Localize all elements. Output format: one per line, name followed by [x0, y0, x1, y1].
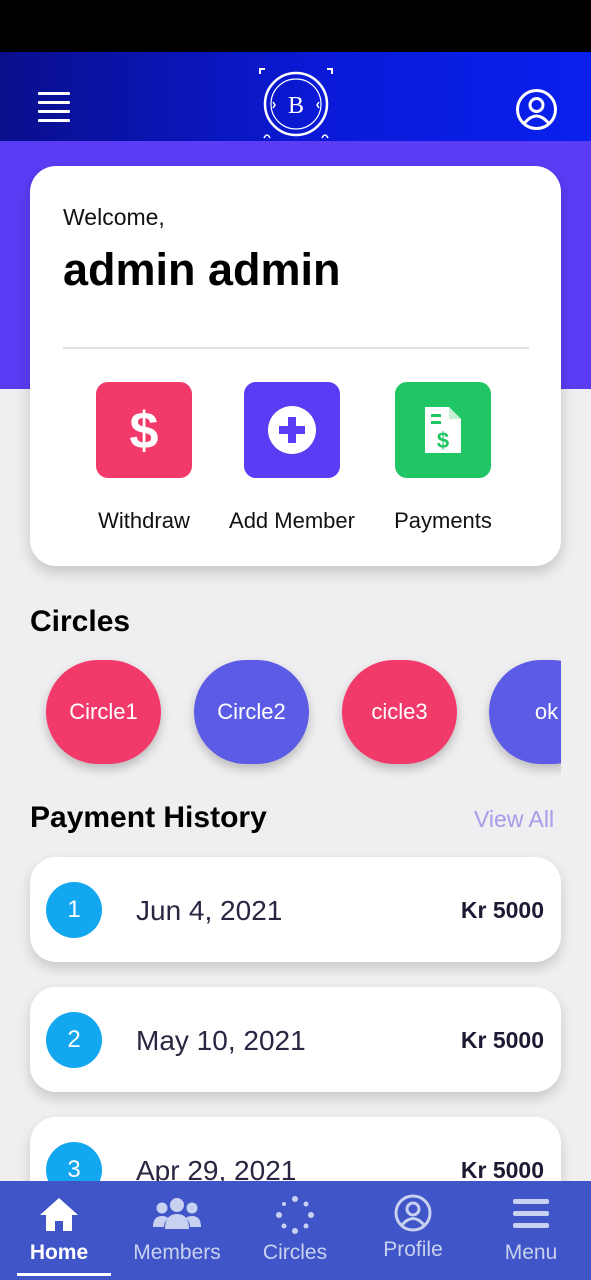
circles-list[interactable]: Circle1 Circle2 cicle3 ok — [30, 650, 561, 778]
bottom-nav: Home Members Circles Profile Menu — [0, 1181, 591, 1280]
circle-chip[interactable]: ok — [489, 660, 561, 764]
logo-letter: B — [288, 93, 304, 119]
add-member-button[interactable]: Add Member — [217, 382, 367, 534]
nav-menu[interactable]: Menu — [472, 1181, 590, 1280]
payments-button[interactable]: $ Payments — [368, 382, 518, 534]
dots-circle-icon — [276, 1196, 314, 1234]
welcome-card: Welcome, admin admin $ Withdraw Add Memb… — [30, 166, 561, 566]
profile-icon[interactable] — [515, 88, 558, 131]
add-member-label: Add Member — [229, 508, 355, 533]
users-icon — [153, 1198, 201, 1229]
payment-index-badge: 1 — [46, 882, 102, 938]
svg-text:$: $ — [130, 402, 159, 458]
payment-index-badge: 2 — [46, 1012, 102, 1068]
withdraw-tile[interactable]: $ — [96, 382, 192, 478]
nav-circles-label: Circles — [262, 1241, 328, 1264]
app-logo: B — [256, 66, 336, 142]
nav-active-indicator — [17, 1273, 111, 1276]
svg-text:$: $ — [437, 428, 449, 453]
view-all-link[interactable]: View All — [474, 806, 554, 833]
nav-members-label: Members — [133, 1241, 221, 1264]
withdraw-label: Withdraw — [98, 508, 190, 533]
dollar-icon: $ — [130, 402, 159, 458]
payment-date: May 10, 2021 — [136, 1025, 306, 1056]
payment-date: Jun 4, 2021 — [136, 895, 283, 926]
nav-circles[interactable]: Circles — [236, 1181, 354, 1280]
circle-chip[interactable]: Circle1 — [46, 660, 161, 764]
nav-profile[interactable]: Profile — [354, 1181, 472, 1280]
hamburger-icon[interactable] — [38, 92, 70, 122]
nav-home-label: Home — [29, 1241, 89, 1264]
nav-menu-label: Menu — [504, 1241, 558, 1264]
plus-circle-icon — [268, 406, 316, 454]
nav-members[interactable]: Members — [118, 1181, 236, 1280]
payments-tile[interactable]: $ — [395, 382, 491, 478]
user-circle-icon — [394, 1194, 432, 1232]
nav-home[interactable]: Home — [0, 1181, 118, 1280]
add-member-tile[interactable] — [244, 382, 340, 478]
user-name: admin admin — [63, 244, 341, 295]
menu-icon — [513, 1199, 549, 1228]
status-bar — [0, 0, 591, 52]
payment-history-title: Payment History — [30, 801, 267, 834]
nav-profile-label: Profile — [383, 1238, 443, 1261]
payments-label: Payments — [394, 508, 492, 533]
divider — [63, 347, 529, 349]
home-icon — [40, 1198, 78, 1231]
circle-chip[interactable]: Circle2 — [194, 660, 309, 764]
payment-row[interactable]: 2 May 10, 2021 Kr 5000 — [30, 987, 561, 1092]
circle-chip[interactable]: cicle3 — [342, 660, 457, 764]
welcome-label: Welcome, — [63, 204, 165, 230]
circles-title: Circles — [30, 605, 131, 638]
payment-amount: Kr 5000 — [460, 1157, 544, 1183]
invoice-icon: $ — [425, 407, 461, 453]
payment-amount: Kr 5000 — [460, 897, 544, 923]
payment-amount: Kr 5000 — [460, 1027, 544, 1053]
withdraw-button[interactable]: $ Withdraw — [69, 382, 219, 534]
payment-row[interactable]: 1 Jun 4, 2021 Kr 5000 — [30, 857, 561, 962]
